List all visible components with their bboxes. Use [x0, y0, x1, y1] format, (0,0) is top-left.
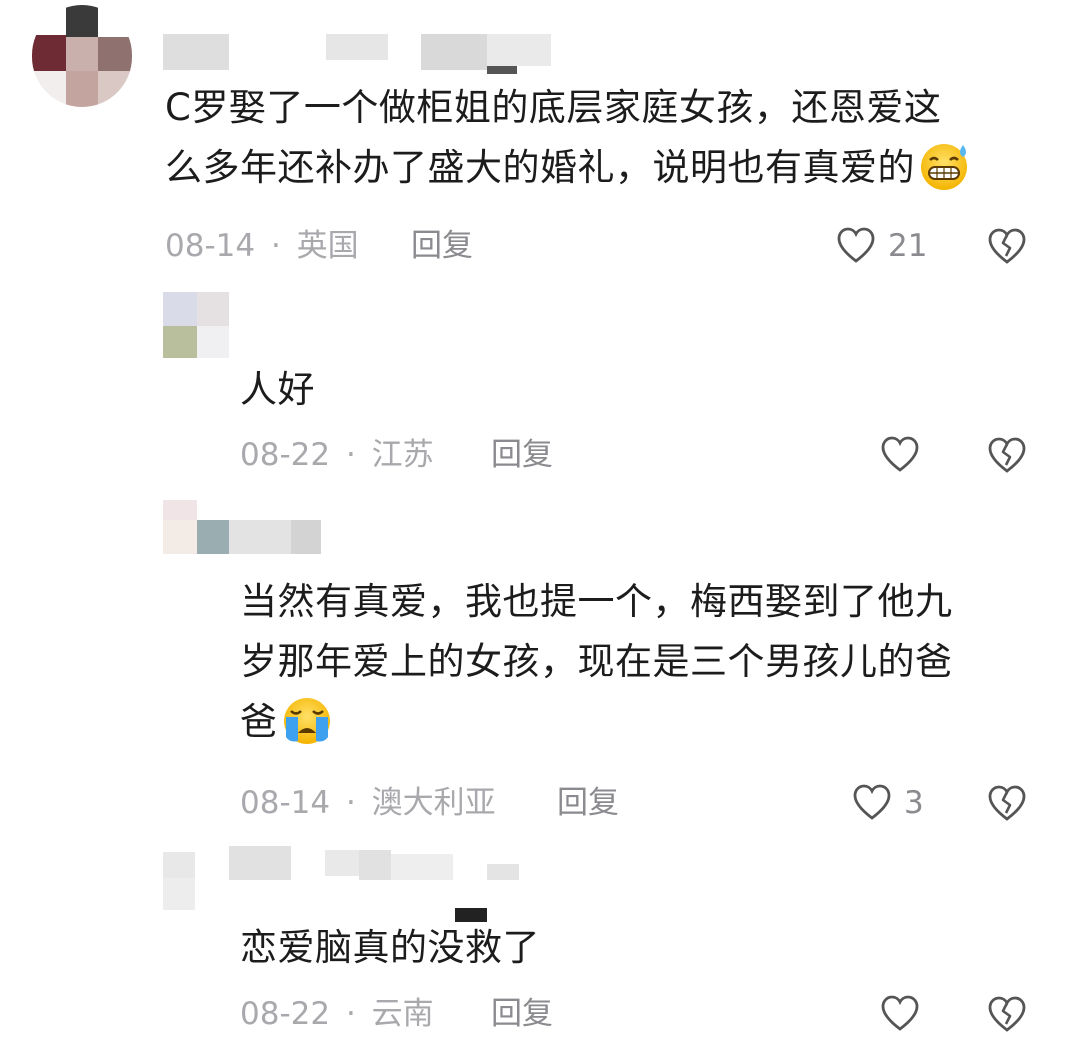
- comment-location: 江苏: [371, 437, 434, 473]
- like-heart-icon[interactable]: [880, 994, 920, 1034]
- separator-dot: ·: [270, 228, 281, 264]
- like-heart-icon[interactable]: [880, 435, 920, 475]
- avatar[interactable]: [163, 852, 195, 910]
- username-blurred[interactable]: [229, 846, 529, 922]
- reply-button[interactable]: 回复: [491, 994, 553, 1034]
- dislike-broken-heart-icon[interactable]: [986, 435, 1028, 475]
- comment-location: 云南: [371, 996, 434, 1032]
- comment-location: 英国: [296, 228, 359, 264]
- reply-button[interactable]: 回复: [411, 226, 473, 266]
- grinning-sweat-emoji: [921, 143, 967, 190]
- comment-text: 当然有真爱，我也提一个，梅西娶到了他九 岁那年爱上的女孩，现在是三个男孩儿的爸 …: [240, 572, 1040, 752]
- separator-dot: ·: [345, 785, 356, 821]
- username-blurred[interactable]: [163, 32, 563, 76]
- comment-text: C罗娶了一个做柜姐的底层家庭女孩，还恩爱这 么多年还补办了盛大的婚礼，说明也有真…: [165, 78, 1045, 198]
- crying-emoji: [283, 697, 330, 744]
- comment-meta: 08-14 · 英国: [165, 226, 359, 266]
- comment-meta: 08-22 · 云南: [240, 994, 434, 1034]
- comment-date: 08-14: [165, 228, 256, 264]
- avatar[interactable]: [163, 292, 229, 358]
- username-blurred[interactable]: [229, 520, 379, 560]
- comment-location: 澳大利亚: [371, 785, 496, 821]
- reply-button[interactable]: 回复: [491, 435, 553, 475]
- like-count: 3: [904, 785, 924, 821]
- dislike-broken-heart-icon[interactable]: [986, 994, 1028, 1034]
- reply-button[interactable]: 回复: [557, 783, 619, 823]
- comment-text: 恋爱脑真的没救了: [240, 926, 540, 969]
- comment-date: 08-22: [240, 437, 331, 473]
- dislike-broken-heart-icon[interactable]: [986, 783, 1028, 823]
- dislike-broken-heart-icon[interactable]: [986, 226, 1028, 266]
- avatar[interactable]: [163, 500, 229, 554]
- comment-date: 08-14: [240, 785, 331, 821]
- avatar[interactable]: [32, 5, 132, 107]
- comment-meta: 08-22 · 江苏: [240, 435, 434, 475]
- like-count: 21: [888, 228, 928, 264]
- separator-dot: ·: [345, 996, 356, 1032]
- separator-dot: ·: [345, 437, 356, 473]
- comment-date: 08-22: [240, 996, 331, 1032]
- like-heart-icon[interactable]: [836, 226, 876, 266]
- comment-text: 人好: [240, 368, 315, 411]
- comment-meta: 08-14 · 澳大利亚: [240, 783, 496, 823]
- like-heart-icon[interactable]: [852, 783, 892, 823]
